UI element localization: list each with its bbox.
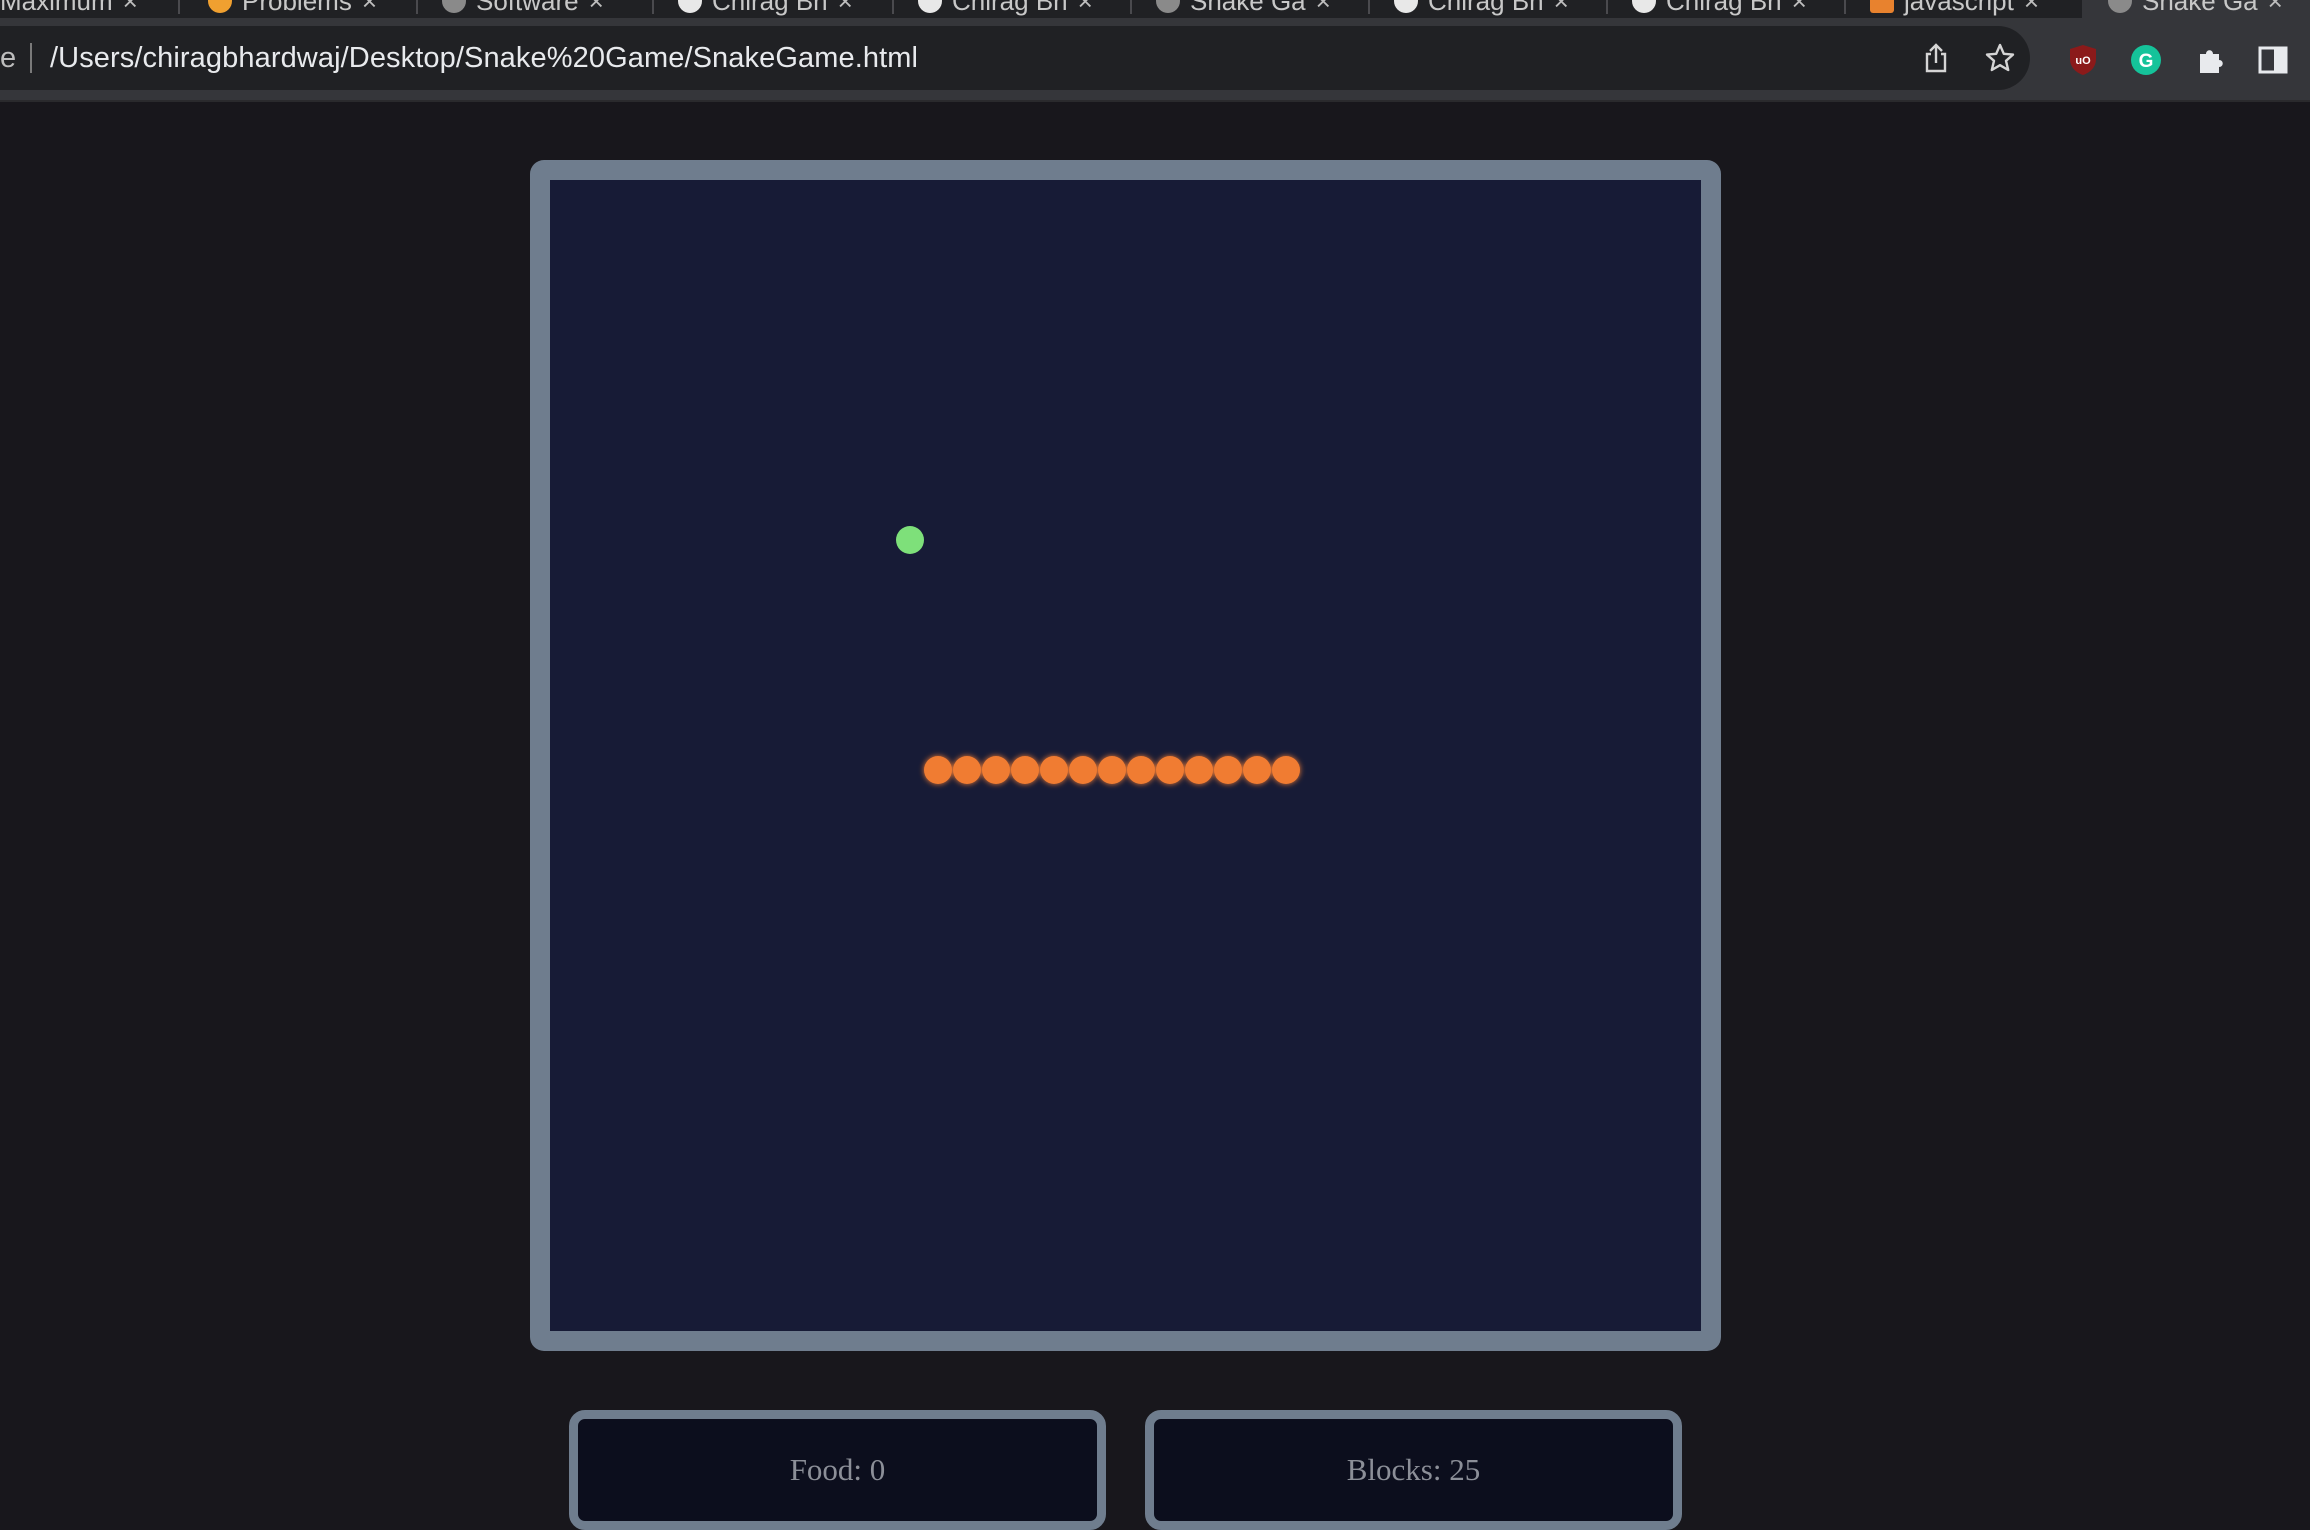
svg-text:G: G bbox=[2139, 51, 2154, 72]
close-icon[interactable]: × bbox=[589, 0, 604, 17]
address-bar[interactable]: e /Users/chiragbhardwaj/Desktop/Snake%20… bbox=[0, 26, 2030, 90]
snake-segment bbox=[1098, 756, 1126, 784]
snake-segment bbox=[1040, 756, 1068, 784]
food-counter: Food: 0 bbox=[569, 1410, 1106, 1530]
tab-title: Problems bbox=[242, 0, 352, 16]
food-pellet bbox=[896, 526, 924, 554]
game-canvas bbox=[896, 526, 1300, 784]
tab-title: Snake Ga bbox=[1190, 0, 1306, 16]
side-panel-icon[interactable] bbox=[2258, 45, 2288, 75]
close-icon[interactable]: × bbox=[1554, 0, 1569, 17]
share-icon[interactable] bbox=[1922, 42, 1950, 74]
tab-snake-game[interactable]: Snake Ga × bbox=[1156, 0, 1331, 18]
blocks-counter: Blocks: 25 bbox=[1145, 1410, 1682, 1530]
snake-segment bbox=[1156, 756, 1184, 784]
url-text[interactable]: /Users/chiragbhardwaj/Desktop/Snake%20Ga… bbox=[50, 42, 918, 75]
tab-software[interactable]: Software × bbox=[442, 0, 604, 18]
snake-segment bbox=[982, 756, 1010, 784]
tab-title: javascript bbox=[1904, 0, 2014, 16]
snake-segment bbox=[1127, 756, 1155, 784]
food-counter-label: Food: 0 bbox=[789, 1452, 886, 1487]
snake-segment bbox=[1185, 756, 1213, 784]
github-icon bbox=[1394, 0, 1418, 13]
site-info-label[interactable]: e bbox=[0, 42, 18, 75]
blocks-counter-label: Blocks: 25 bbox=[1346, 1452, 1481, 1487]
tab-title: Chirag Bh bbox=[952, 0, 1068, 16]
leetcode-icon bbox=[208, 0, 232, 13]
globe-icon bbox=[1156, 0, 1180, 13]
omnibox-divider bbox=[30, 43, 32, 73]
close-icon[interactable]: × bbox=[1316, 0, 1331, 17]
extensions-puzzle-icon[interactable] bbox=[2194, 44, 2226, 76]
threads-icon bbox=[918, 0, 942, 13]
tab-divider bbox=[416, 0, 418, 14]
tab-title: Software bbox=[476, 0, 579, 16]
snake-segment bbox=[1011, 756, 1039, 784]
github-icon bbox=[678, 0, 702, 13]
tab-chirag-threads[interactable]: Chirag Bh × bbox=[918, 0, 1093, 18]
tab-snake-game-active[interactable]: Snake Ga × bbox=[2082, 0, 2310, 18]
browser-toolbar: e /Users/chiragbhardwaj/Desktop/Snake%20… bbox=[0, 18, 2310, 102]
grammarly-icon[interactable]: G bbox=[2130, 44, 2162, 76]
tab-chirag-github[interactable]: Chirag Bh × bbox=[678, 0, 853, 18]
tab-chirag-github-2[interactable]: Chirag Bh × bbox=[1394, 0, 1569, 18]
snake bbox=[924, 756, 1300, 784]
tab-divider bbox=[1844, 0, 1846, 14]
tab-title: Snake Ga bbox=[2142, 0, 2258, 16]
close-icon[interactable]: × bbox=[2024, 0, 2039, 17]
bookmark-star-icon[interactable] bbox=[1984, 42, 2016, 74]
svg-text:uO: uO bbox=[2075, 55, 2091, 67]
snake-segment bbox=[953, 756, 981, 784]
close-icon[interactable]: × bbox=[1792, 0, 1807, 17]
tab-divider bbox=[652, 0, 654, 14]
snake-head bbox=[1272, 756, 1300, 784]
tab-javascript[interactable]: javascript × bbox=[1870, 0, 2039, 18]
close-icon[interactable]: × bbox=[123, 0, 138, 17]
tab-strip: Maximum × Problems × Software × Chirag B… bbox=[0, 0, 2310, 18]
close-icon[interactable]: × bbox=[2268, 0, 2283, 17]
game-board[interactable] bbox=[530, 160, 1721, 1351]
tab-title: Chirag Bh bbox=[1428, 0, 1544, 16]
snake-segment bbox=[1214, 756, 1242, 784]
tab-divider bbox=[1606, 0, 1608, 14]
close-icon[interactable]: × bbox=[1078, 0, 1093, 17]
tab-chirag-threads-2[interactable]: Chirag Bh × bbox=[1632, 0, 1807, 18]
close-icon[interactable]: × bbox=[838, 0, 853, 17]
tab-divider bbox=[1130, 0, 1132, 14]
snake-segment bbox=[1069, 756, 1097, 784]
active-tab-content: Snake Ga × bbox=[2108, 0, 2283, 18]
tab-divider bbox=[1368, 0, 1370, 14]
globe-icon bbox=[2108, 0, 2132, 13]
tab-problems[interactable]: Problems × bbox=[208, 0, 377, 18]
ublock-icon[interactable]: uO bbox=[2068, 43, 2098, 77]
tab-title: Chirag Bh bbox=[1666, 0, 1782, 16]
tab-title: Chirag Bh bbox=[712, 0, 828, 16]
apple-icon bbox=[442, 0, 466, 13]
tab-divider bbox=[178, 0, 180, 14]
snake-segment bbox=[1243, 756, 1271, 784]
tab-title: Maximum bbox=[0, 0, 113, 16]
close-icon[interactable]: × bbox=[362, 0, 377, 17]
tab-maximum[interactable]: Maximum × bbox=[0, 0, 138, 18]
snake-segment bbox=[924, 756, 952, 784]
threads-icon bbox=[1632, 0, 1656, 13]
tab-divider bbox=[892, 0, 894, 14]
stackoverflow-icon bbox=[1870, 0, 1894, 13]
